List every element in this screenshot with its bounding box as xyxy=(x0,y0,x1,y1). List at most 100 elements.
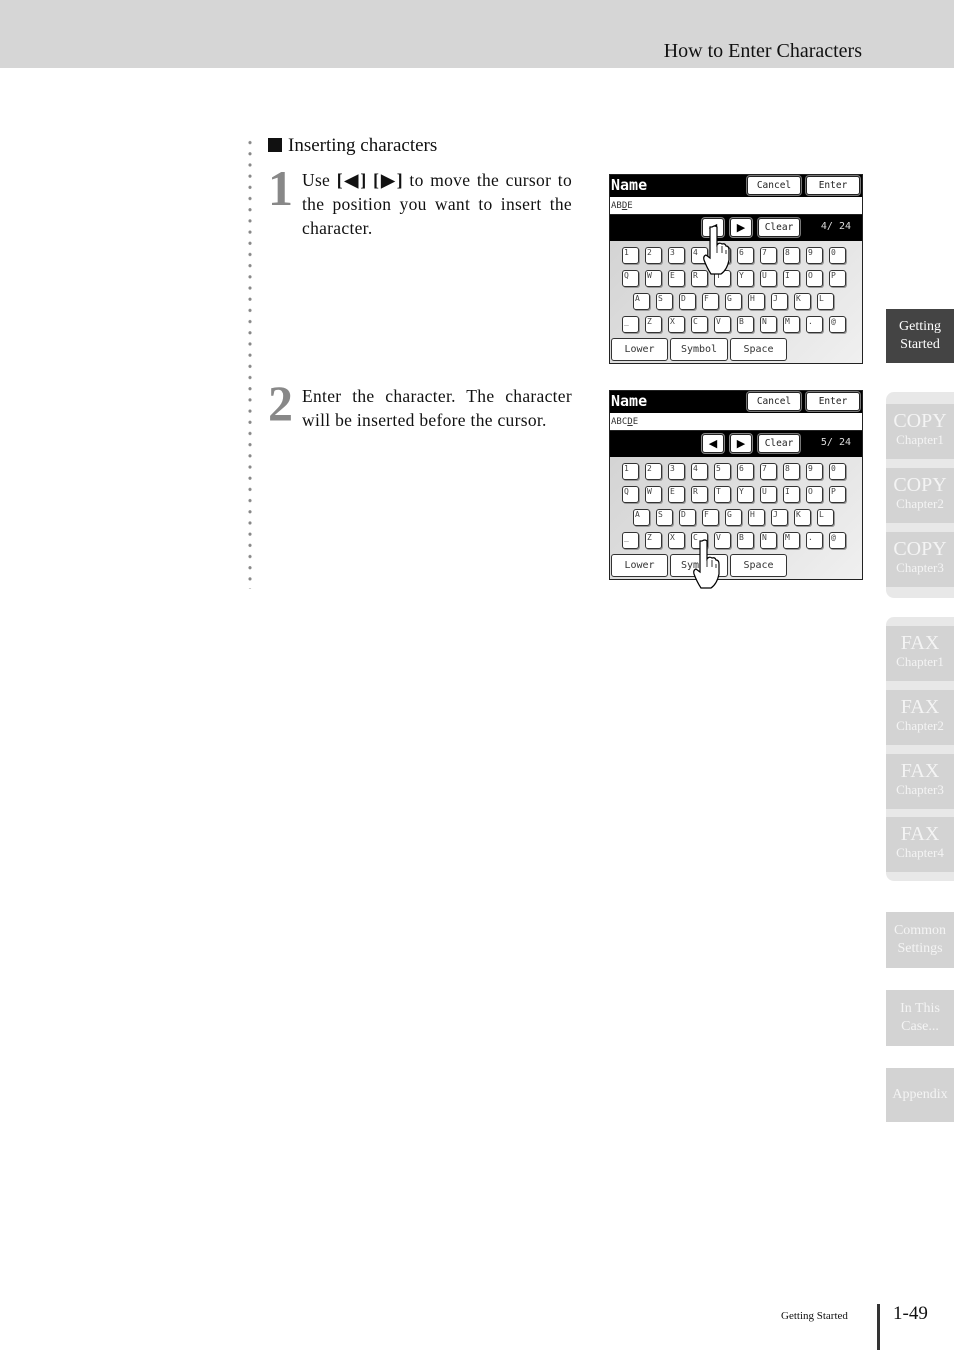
lower-button[interactable]: Lower xyxy=(611,554,668,577)
side-tab-fax-chapter4[interactable]: FAX Chapter4 xyxy=(886,817,954,872)
symbol-button[interactable]: Symbol xyxy=(670,338,728,361)
key-f[interactable]: F xyxy=(702,293,719,310)
key-b[interactable]: B xyxy=(737,532,754,549)
key-e[interactable]: E xyxy=(668,270,685,287)
key-8[interactable]: 8 xyxy=(783,247,800,264)
side-tab-copy-chapter1[interactable]: COPY Chapter1 xyxy=(886,404,954,459)
key-3[interactable]: 3 xyxy=(668,247,685,264)
key-g[interactable]: G xyxy=(725,509,742,526)
key-u[interactable]: U xyxy=(760,270,777,287)
key-d[interactable]: D xyxy=(679,293,696,310)
name-input[interactable]: ABCDE xyxy=(610,413,862,431)
side-tab-fax-chapter2[interactable]: FAX Chapter2 xyxy=(886,690,954,745)
key-u[interactable]: U xyxy=(760,486,777,503)
cursor-right-button[interactable]: ▶ xyxy=(730,434,752,453)
key-at[interactable]: @ xyxy=(829,532,846,549)
clear-button[interactable]: Clear xyxy=(758,434,800,453)
key-x[interactable]: X xyxy=(668,316,685,333)
key-6[interactable]: 6 xyxy=(737,247,754,264)
key-1[interactable]: 1 xyxy=(622,463,639,480)
key-h[interactable]: H xyxy=(748,293,765,310)
key-w[interactable]: W xyxy=(645,270,662,287)
key-a[interactable]: A xyxy=(633,509,650,526)
key-3[interactable]: 3 xyxy=(668,463,685,480)
side-tab-copy-chapter2[interactable]: COPY Chapter2 xyxy=(886,468,954,523)
cursor-right-button[interactable]: ▶ xyxy=(730,218,752,237)
key-at[interactable]: @ xyxy=(829,316,846,333)
key-l[interactable]: L xyxy=(817,293,834,310)
side-tab-getting-started[interactable]: Getting Started xyxy=(886,309,954,363)
lower-button[interactable]: Lower xyxy=(611,338,668,361)
key-m[interactable]: M xyxy=(783,316,800,333)
key-2[interactable]: 2 xyxy=(645,247,662,264)
key-e[interactable]: E xyxy=(668,486,685,503)
key-0[interactable]: 0 xyxy=(829,247,846,264)
key-q[interactable]: Q xyxy=(622,486,639,503)
name-input[interactable]: ABDE xyxy=(610,197,862,215)
side-tab-appendix[interactable]: Appendix xyxy=(886,1068,954,1122)
key-b[interactable]: B xyxy=(737,316,754,333)
space-button[interactable]: Space xyxy=(730,554,787,577)
cancel-button[interactable]: Cancel xyxy=(747,392,801,411)
enter-button[interactable]: Enter xyxy=(806,392,860,411)
key-8[interactable]: 8 xyxy=(783,463,800,480)
key-t[interactable]: T xyxy=(714,486,731,503)
key-j[interactable]: J xyxy=(771,293,788,310)
key-2[interactable]: 2 xyxy=(645,463,662,480)
key-p[interactable]: P xyxy=(829,270,846,287)
space-button[interactable]: Space xyxy=(730,338,787,361)
clear-button[interactable]: Clear xyxy=(758,218,800,237)
key-1[interactable]: 1 xyxy=(622,247,639,264)
key-7[interactable]: 7 xyxy=(760,463,777,480)
key-4[interactable]: 4 xyxy=(691,463,708,480)
key-9[interactable]: 9 xyxy=(806,463,823,480)
cursor-left-button[interactable]: ◀ xyxy=(702,434,724,453)
key-w[interactable]: W xyxy=(645,486,662,503)
key-j[interactable]: J xyxy=(771,509,788,526)
key-5[interactable]: 5 xyxy=(714,463,731,480)
key-x[interactable]: X xyxy=(668,532,685,549)
key-o[interactable]: O xyxy=(806,270,823,287)
key-n[interactable]: N xyxy=(760,532,777,549)
key-k[interactable]: K xyxy=(794,509,811,526)
key-z[interactable]: Z xyxy=(645,532,662,549)
key-k[interactable]: K xyxy=(794,293,811,310)
key-6[interactable]: 6 xyxy=(737,463,754,480)
key-v[interactable]: V xyxy=(714,316,731,333)
key-period[interactable]: . xyxy=(806,316,823,333)
key-s[interactable]: S xyxy=(656,509,673,526)
key-m[interactable]: M xyxy=(783,532,800,549)
side-tab-in-this-case[interactable]: In This Case... xyxy=(886,990,954,1046)
key-h[interactable]: H xyxy=(748,509,765,526)
enter-button[interactable]: Enter xyxy=(806,176,860,195)
section-heading-text: Inserting characters xyxy=(288,135,438,156)
key-z[interactable]: Z xyxy=(645,316,662,333)
side-tab-fax-chapter1[interactable]: FAX Chapter1 xyxy=(886,626,954,681)
key-o[interactable]: O xyxy=(806,486,823,503)
key-q[interactable]: Q xyxy=(622,270,639,287)
key-s[interactable]: S xyxy=(656,293,673,310)
cancel-button[interactable]: Cancel xyxy=(747,176,801,195)
key-y[interactable]: Y xyxy=(737,486,754,503)
side-tab-copy-chapter3[interactable]: COPY Chapter3 xyxy=(886,532,954,587)
key-n[interactable]: N xyxy=(760,316,777,333)
key-period[interactable]: . xyxy=(806,532,823,549)
key-l[interactable]: L xyxy=(817,509,834,526)
side-tab-fax-chapter3[interactable]: FAX Chapter3 xyxy=(886,754,954,809)
key-7[interactable]: 7 xyxy=(760,247,777,264)
key-y[interactable]: Y xyxy=(737,270,754,287)
key-underscore[interactable]: _ xyxy=(622,532,639,549)
key-i[interactable]: I xyxy=(783,486,800,503)
key-r[interactable]: R xyxy=(691,486,708,503)
key-0[interactable]: 0 xyxy=(829,463,846,480)
key-p[interactable]: P xyxy=(829,486,846,503)
key-d[interactable]: D xyxy=(679,509,696,526)
key-a[interactable]: A xyxy=(633,293,650,310)
key-i[interactable]: I xyxy=(783,270,800,287)
side-tab-common-settings[interactable]: Common Settings xyxy=(886,912,954,968)
key-f[interactable]: F xyxy=(702,509,719,526)
key-c[interactable]: C xyxy=(691,316,708,333)
key-9[interactable]: 9 xyxy=(806,247,823,264)
key-g[interactable]: G xyxy=(725,293,742,310)
key-underscore[interactable]: _ xyxy=(622,316,639,333)
